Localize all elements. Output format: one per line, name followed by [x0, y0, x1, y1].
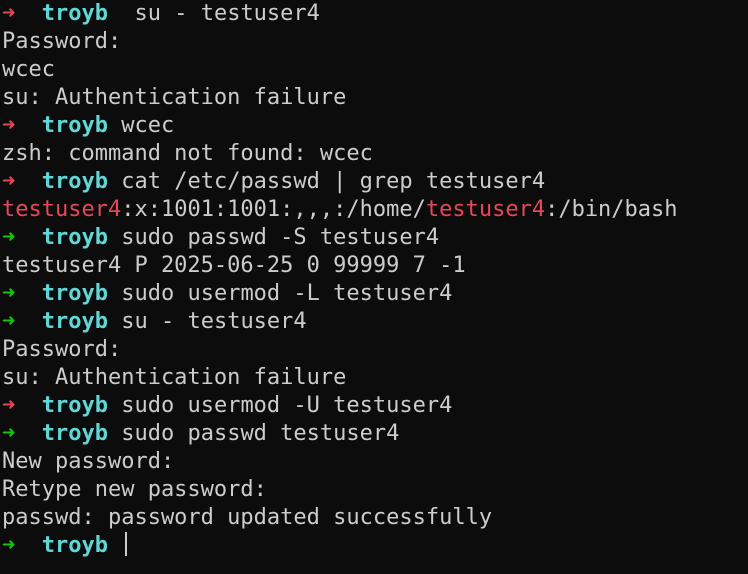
command-line: ➜ troyb sudo usermod -U testuser4 [0, 392, 748, 420]
command-line: ➜ troyb sudo passwd testuser4 [0, 420, 748, 448]
command-line: ➜ troyb su - testuser4 [0, 308, 748, 336]
output-line: Password: [2, 337, 122, 362]
command-line: ➜ troyb su - testuser4 [0, 0, 748, 28]
command-text: su - testuser4 [121, 1, 320, 26]
terminal-window[interactable]: ➜ troyb su - testuser4 Password: wcec su: A… [0, 0, 748, 574]
prompt-user: troyb [41, 281, 108, 306]
prompt-user: troyb [41, 309, 108, 334]
prompt-arrow-ok-icon: ➜ [2, 421, 16, 446]
text-cursor[interactable] [125, 532, 128, 556]
grep-output-line: testuser4:x:1001:1001:,,,:/home/testuser… [0, 196, 748, 224]
prompt-arrow-ok-icon: ➜ [2, 225, 16, 250]
command-text: sudo passwd -S testuser4 [121, 225, 440, 250]
current-prompt-line: ➜ troyb [0, 532, 748, 560]
grep-match: testuser4 [425, 197, 546, 222]
command-text: sudo usermod -U testuser4 [121, 393, 453, 418]
prompt-user: troyb [41, 225, 108, 250]
command-line: ➜ troyb sudo passwd -S testuser4 [0, 224, 748, 252]
prompt-arrow-error-icon: ➜ [2, 169, 16, 194]
output-line: testuser4 P 2025-06-25 0 99999 7 -1 [2, 253, 466, 278]
output-line: Password: [2, 29, 122, 54]
grep-match: testuser4 [2, 197, 122, 222]
prompt-arrow-error-icon: ➜ [2, 113, 16, 138]
command-text: cat /etc/passwd | grep testuser4 [121, 169, 546, 194]
grep-text: :x:1001:1001:,,,:/home/ [121, 197, 426, 222]
command-line: ➜ troyb wcec [0, 112, 748, 140]
prompt-arrow-ok-icon: ➜ [2, 281, 16, 306]
command-text: su - testuser4 [121, 309, 307, 334]
output-line: su: Authentication failure [2, 85, 347, 110]
prompt-user: troyb [41, 533, 108, 558]
output-line: New password: [2, 449, 175, 474]
prompt-arrow-error-icon: ➜ [2, 393, 16, 418]
command-text: sudo passwd testuser4 [121, 421, 400, 446]
prompt-user: troyb [41, 421, 108, 446]
output-line: su: Authentication failure [2, 365, 347, 390]
command-text: wcec [121, 113, 175, 138]
output-line: Retype new password: [2, 477, 267, 502]
output-line: zsh: command not found: wcec [2, 141, 373, 166]
command-line: ➜ troyb sudo usermod -L testuser4 [0, 280, 748, 308]
prompt-arrow-ok-icon: ➜ [2, 533, 16, 558]
output-line: passwd: password updated successfully [2, 505, 493, 530]
prompt-arrow-error-icon: ➜ [2, 1, 16, 26]
prompt-user: troyb [41, 393, 108, 418]
prompt-user: troyb [41, 1, 108, 26]
command-line: ➜ troyb cat /etc/passwd | grep testuser4 [0, 168, 748, 196]
prompt-user: troyb [41, 169, 108, 194]
prompt-user: troyb [41, 113, 108, 138]
grep-text: :/bin/bash [545, 197, 678, 222]
output-line: wcec [2, 57, 55, 82]
command-text: sudo usermod -L testuser4 [121, 281, 453, 306]
prompt-arrow-ok-icon: ➜ [2, 309, 16, 334]
